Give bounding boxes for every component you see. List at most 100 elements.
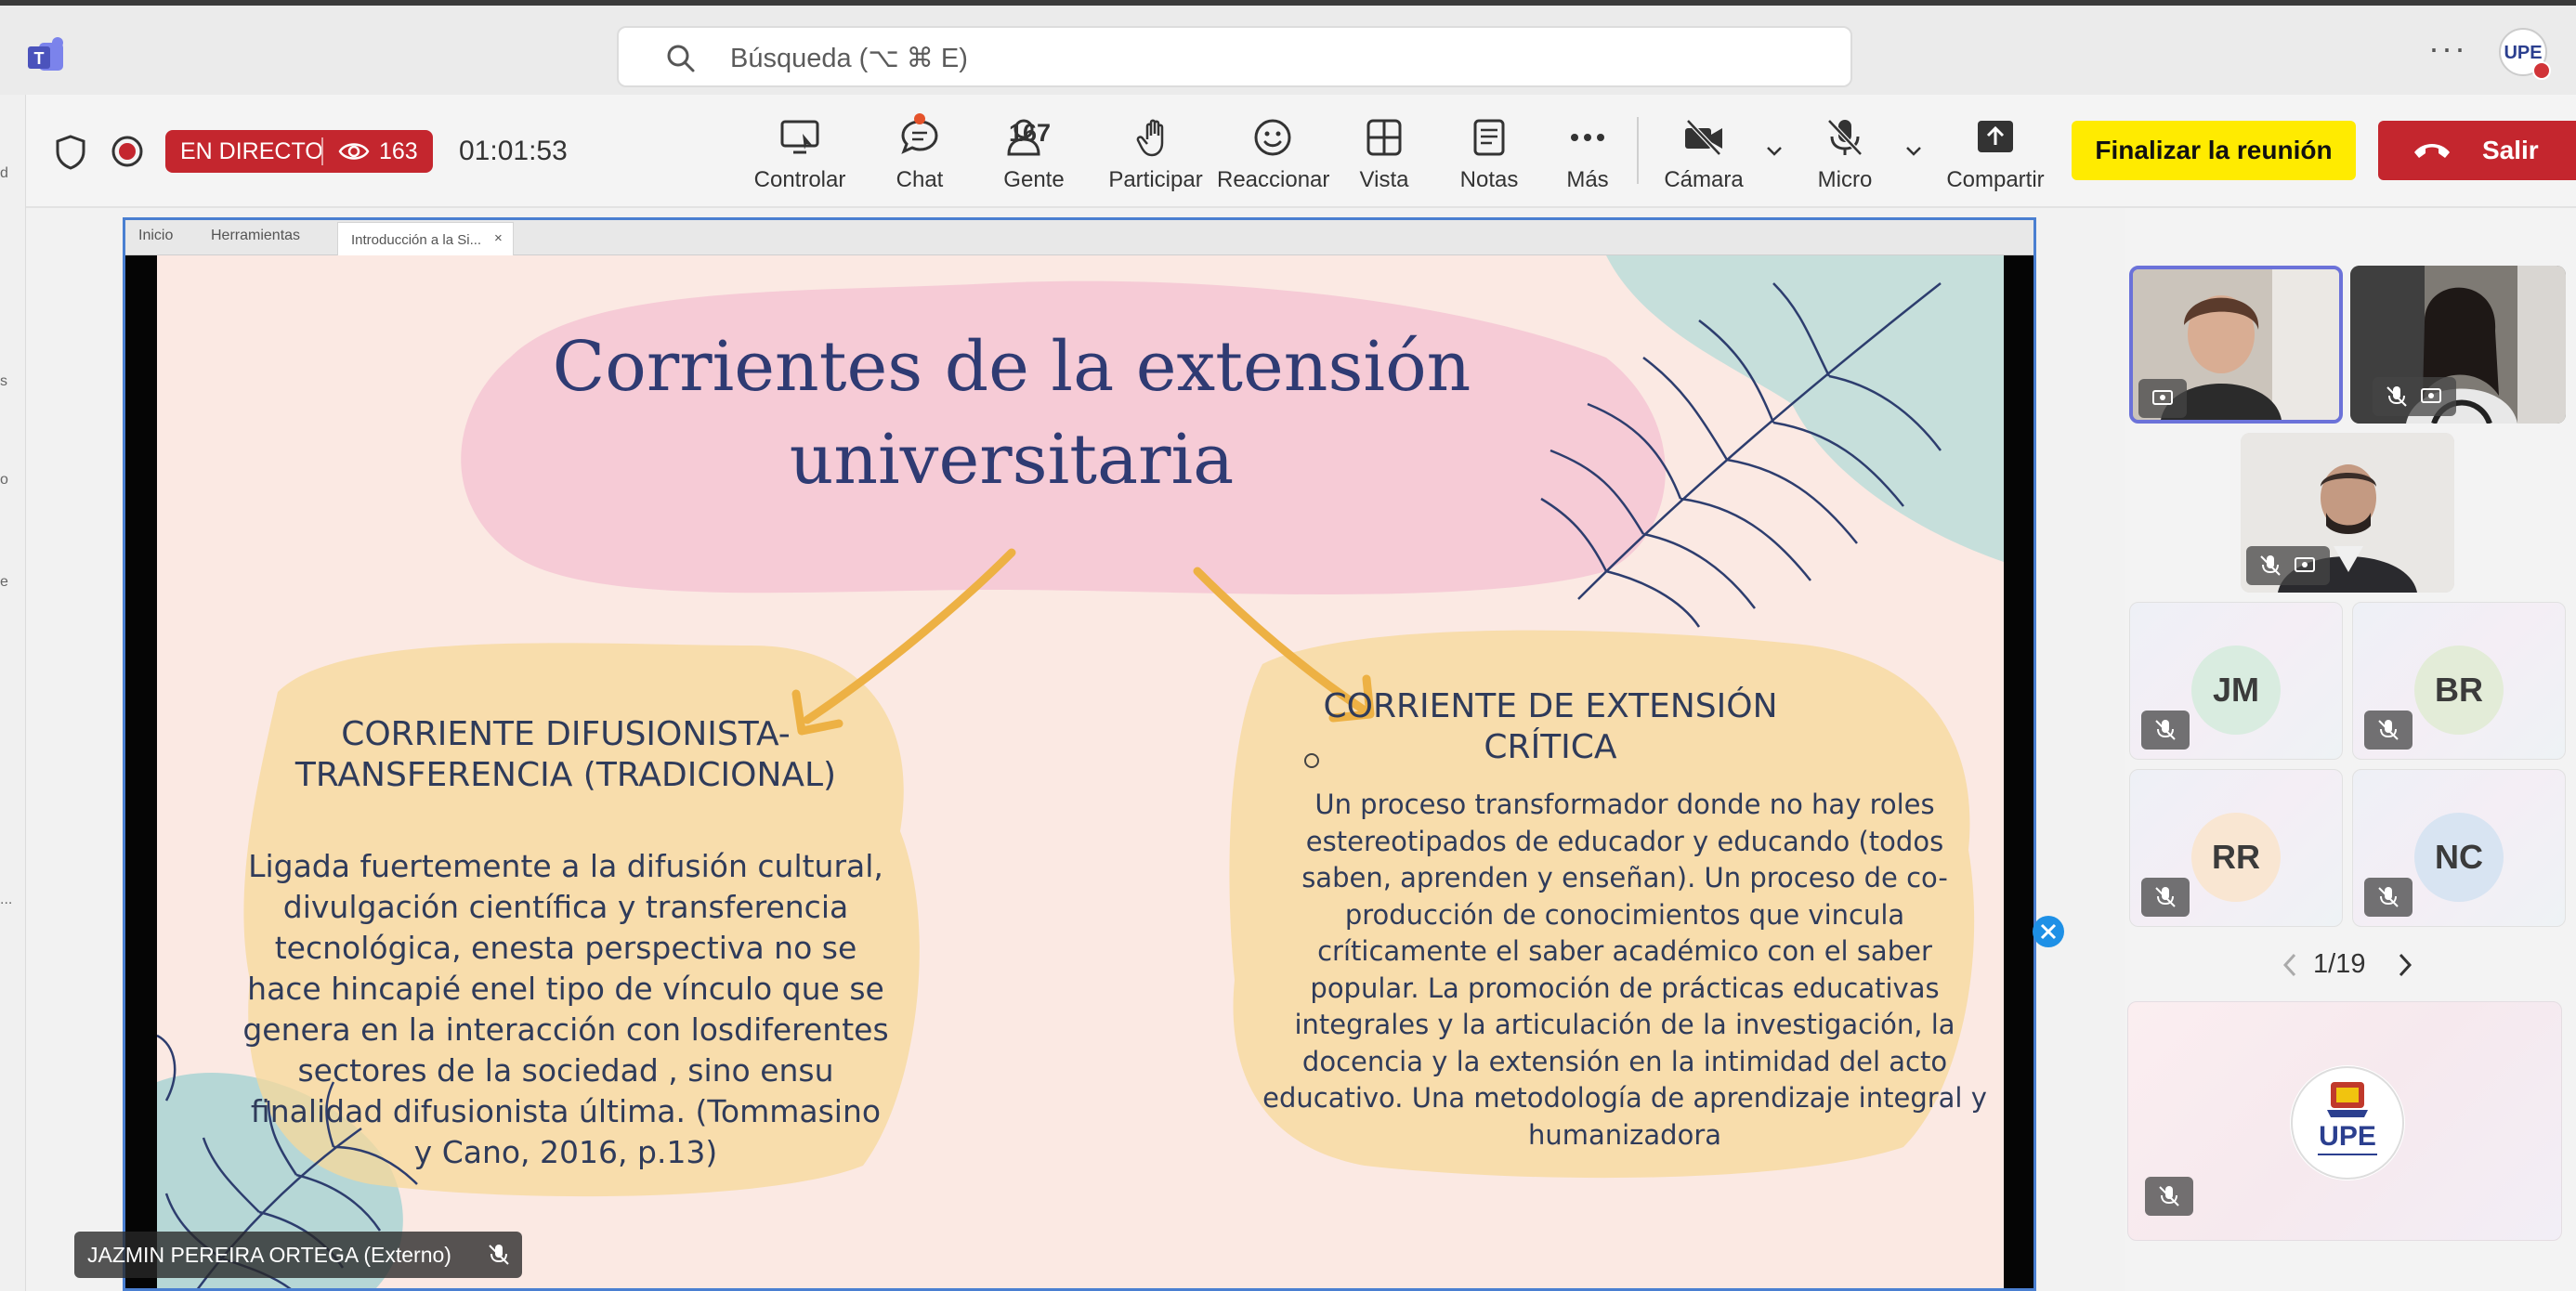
viewers-icon bbox=[338, 143, 370, 160]
title-bar: T Búsqueda (⌥ ⌘ E) ··· UPE bbox=[0, 6, 2576, 95]
mute-badge bbox=[2246, 546, 2330, 585]
search-icon bbox=[667, 45, 695, 72]
left-rail: d s o e ... bbox=[0, 95, 26, 1291]
mute-badge bbox=[2141, 711, 2190, 750]
smile-icon bbox=[1254, 119, 1291, 156]
presenter-name: JAZMIN PEREIRA ORTEGA (Externo) bbox=[87, 1243, 451, 1267]
presence-status-badge bbox=[2532, 61, 2551, 80]
leave-button[interactable]: Salir bbox=[2378, 121, 2576, 180]
participant-tile[interactable]: JM bbox=[2129, 602, 2343, 760]
viewer-count: 163 bbox=[379, 138, 418, 164]
rail-fragment: ... bbox=[0, 892, 13, 907]
more-label: Más bbox=[1566, 167, 1609, 192]
mic-label: Micro bbox=[1817, 167, 1873, 192]
search-box[interactable]: Búsqueda (⌥ ⌘ E) bbox=[617, 26, 1852, 87]
search-placeholder: Búsqueda (⌥ ⌘ E) bbox=[730, 44, 968, 73]
mute-badge bbox=[2364, 711, 2413, 750]
close-icon[interactable]: × bbox=[494, 230, 503, 246]
svg-text:T: T bbox=[34, 49, 45, 68]
mic-off-icon bbox=[489, 1245, 509, 1265]
hand-icon bbox=[1136, 119, 1164, 157]
more-options-icon[interactable]: ··· bbox=[2428, 30, 2465, 67]
rail-fragment: d bbox=[0, 165, 8, 181]
recording-icon[interactable] bbox=[110, 134, 145, 169]
chat-label: Chat bbox=[896, 167, 944, 192]
participant-tile[interactable]: RR bbox=[2129, 769, 2343, 927]
notes-icon bbox=[1473, 119, 1505, 156]
slide-left-heading: CORRIENTE DIFUSIONISTA- TRANSFERENCIA (T… bbox=[294, 715, 837, 794]
share-icon bbox=[1978, 121, 2013, 152]
rail-fragment: o bbox=[0, 472, 8, 488]
presentation-slide: Corrientes de la extensión universitaria… bbox=[157, 255, 2004, 1288]
participants-panel: JM BR RR NC 1/19 UPE bbox=[2125, 208, 2576, 1291]
teams-window: T Búsqueda (⌥ ⌘ E) ··· UPE d s o e ... E… bbox=[0, 0, 2576, 1291]
upe-logo: UPE bbox=[2290, 1065, 2405, 1180]
chevron-left-icon[interactable] bbox=[2280, 951, 2300, 979]
rail-fragment: s bbox=[0, 373, 7, 389]
slide-title: Corrientes de la extensión universitaria bbox=[552, 327, 1471, 500]
mute-badge bbox=[2373, 377, 2456, 416]
hang-up-icon bbox=[2414, 144, 2450, 158]
react-button[interactable]: Reaccionar bbox=[1217, 111, 1330, 197]
share-screen-badge bbox=[2138, 379, 2187, 418]
live-label: EN DIRECTO bbox=[180, 138, 323, 164]
chevron-down-icon[interactable] bbox=[1763, 139, 1785, 162]
control-icon bbox=[780, 120, 819, 154]
participant-tile[interactable]: UPE bbox=[2127, 1001, 2562, 1241]
share-button[interactable]: Compartir bbox=[1942, 111, 2049, 197]
avatar: BR bbox=[2414, 646, 2504, 735]
people-label: Gente bbox=[1003, 167, 1065, 192]
toolbar-divider bbox=[1637, 117, 1639, 184]
teams-icon[interactable]: T bbox=[26, 35, 69, 78]
participant-tile[interactable]: NC bbox=[2352, 769, 2566, 927]
presenter-name-tag: JAZMIN PEREIRA ORTEGA (Externo) bbox=[74, 1232, 522, 1278]
slide-letterbox bbox=[125, 255, 157, 1288]
slide-left-body: Ligada fuertemente a la difusión cultura… bbox=[242, 848, 889, 1170]
live-badge[interactable]: EN DIRECTO 163 bbox=[165, 130, 433, 173]
participant-tile[interactable]: BR bbox=[2352, 602, 2566, 760]
end-meeting-button[interactable]: Finalizar la reunión bbox=[2072, 121, 2356, 180]
side-handle-icon[interactable] bbox=[2033, 916, 2064, 947]
mic-button[interactable]: Micro bbox=[1798, 111, 1891, 197]
slide-right-body: Un proceso transformador donde no hay ro… bbox=[1262, 789, 1987, 1151]
meeting-timer: 01:01:53 bbox=[459, 136, 568, 166]
shield-icon[interactable] bbox=[54, 134, 87, 171]
view-label: Vista bbox=[1359, 167, 1409, 192]
camera-off-icon bbox=[1685, 119, 1722, 156]
camera-button[interactable]: Cámara bbox=[1657, 111, 1750, 197]
raise-hand-button[interactable]: Participar bbox=[1102, 111, 1210, 197]
browser-tab[interactable]: Inicio bbox=[138, 228, 173, 244]
avatar: RR bbox=[2191, 813, 2281, 902]
browser-tab-title: Introducción a la Si... bbox=[351, 232, 482, 248]
shared-screen[interactable]: Inicio Herramientas Introducción a la Si… bbox=[123, 217, 2036, 1291]
video-tile[interactable] bbox=[2350, 266, 2566, 424]
meeting-toolbar: EN DIRECTO 163 01:01:53 Controlar Chat G… bbox=[26, 95, 2576, 208]
page-indicator: 1/19 bbox=[2313, 949, 2366, 979]
slide-right-heading: CORRIENTE DE EXTENSIÓN CRÍTICA bbox=[1323, 687, 1778, 766]
chat-unread-dot bbox=[914, 113, 925, 124]
chevron-down-icon[interactable] bbox=[1903, 139, 1925, 162]
leave-label: Salir bbox=[2482, 136, 2539, 164]
view-button[interactable]: Vista bbox=[1345, 111, 1423, 197]
video-tile[interactable] bbox=[2129, 266, 2343, 424]
mute-badge bbox=[2141, 878, 2190, 917]
browser-tab-bar: Inicio Herramientas Introducción a la Si… bbox=[125, 220, 2033, 255]
more-button[interactable]: Más bbox=[1555, 111, 1620, 197]
control-label: Controlar bbox=[753, 167, 846, 192]
mute-badge bbox=[2364, 878, 2413, 917]
avatar: NC bbox=[2414, 813, 2504, 902]
react-label: Reaccionar bbox=[1217, 167, 1330, 192]
more-icon bbox=[1571, 134, 1604, 141]
video-tile[interactable] bbox=[2241, 433, 2454, 593]
browser-tab[interactable]: Herramientas bbox=[211, 228, 300, 244]
notes-button[interactable]: Notas bbox=[1447, 111, 1531, 197]
mute-badge bbox=[2145, 1177, 2193, 1216]
mic-off-icon bbox=[1827, 119, 1863, 156]
people-count: 167 bbox=[1009, 119, 1052, 147]
chevron-right-icon[interactable] bbox=[2395, 951, 2415, 979]
browser-tab-active[interactable]: Introducción a la Si... × bbox=[337, 222, 514, 255]
control-button[interactable]: Controlar bbox=[749, 111, 851, 197]
camera-label: Cámara bbox=[1664, 167, 1744, 192]
grid-icon bbox=[1366, 119, 1402, 156]
share-label: Compartir bbox=[1946, 167, 2045, 192]
